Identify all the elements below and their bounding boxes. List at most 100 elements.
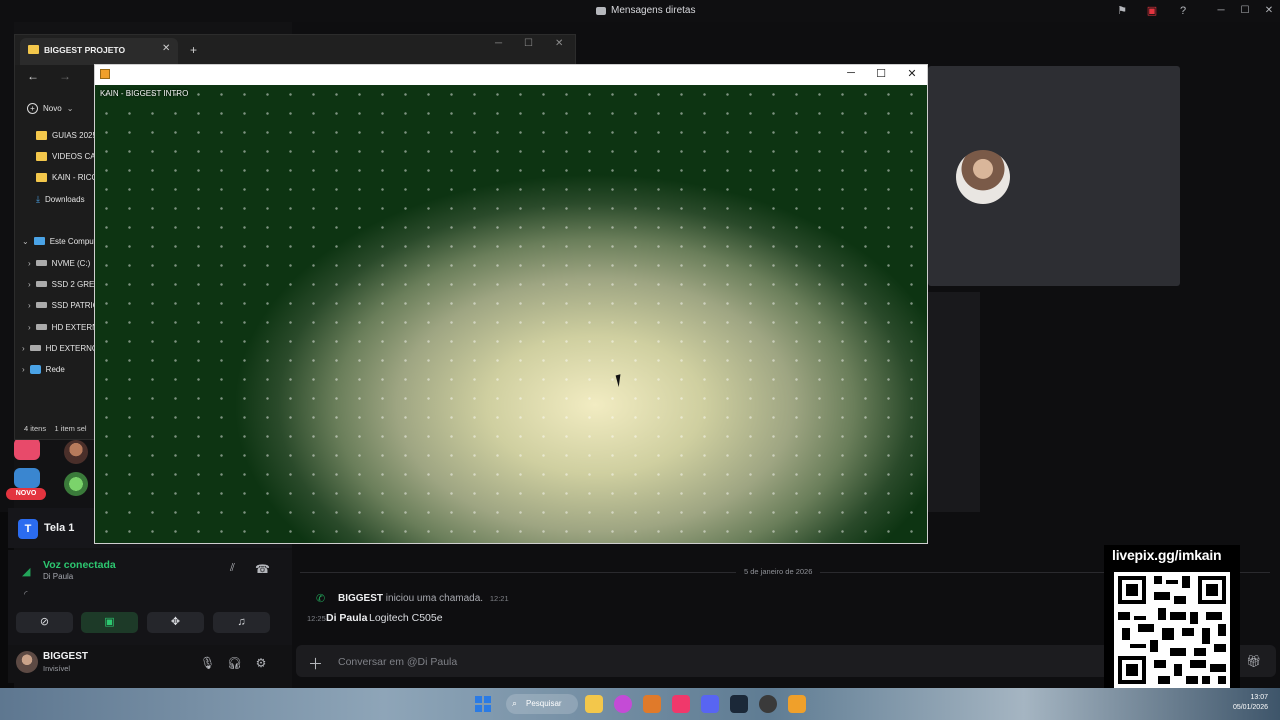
server-rail bbox=[0, 22, 14, 512]
microphone-icon[interactable]: 🎙︎ bbox=[200, 656, 215, 670]
item-count: 4 itens bbox=[24, 424, 47, 433]
network-icon bbox=[29, 364, 41, 374]
gift-icon[interactable]: 🎁︎ bbox=[1246, 654, 1261, 668]
explorer-minimize-button[interactable]: ─ bbox=[495, 38, 502, 49]
new-tab-icon[interactable]: + bbox=[190, 43, 197, 57]
new-button[interactable]: + Novo ⌄ bbox=[27, 103, 73, 114]
dm-avatar[interactable] bbox=[64, 440, 88, 464]
discord-minimize-button[interactable]: ─ bbox=[1214, 4, 1228, 18]
quick-access-item[interactable]: ⤓ Downloads bbox=[36, 191, 96, 207]
gear-icon[interactable]: ⚙ bbox=[254, 656, 268, 670]
loading-spinner-icon: ◜ bbox=[24, 589, 28, 599]
taskbar-clock[interactable]: 13:07 05/01/2026 bbox=[1226, 693, 1268, 713]
video-frame[interactable] bbox=[95, 85, 927, 543]
tree-label: NVME (C:) bbox=[51, 258, 91, 268]
dm-avatar[interactable] bbox=[64, 472, 88, 496]
quick-access-label: GUIAS 2025 bbox=[52, 130, 96, 140]
chevron-down-icon: ⌄ bbox=[66, 104, 74, 113]
date-divider-label: 5 de janeiro de 2026 bbox=[736, 567, 821, 576]
chevron-down-icon: ⌄ bbox=[22, 236, 29, 246]
explorer-maximize-button[interactable]: ☐ bbox=[524, 38, 533, 49]
call-event: BIGGEST iniciou uma chamada. 12:21 bbox=[338, 593, 509, 604]
help-icon[interactable]: ? bbox=[1177, 5, 1189, 17]
video-titlebar[interactable] bbox=[95, 65, 927, 85]
camera-off-button[interactable]: ⊘ bbox=[16, 612, 73, 633]
screen-icon[interactable]: ▣ bbox=[1146, 5, 1158, 17]
explorer-close-button[interactable]: ✕ bbox=[555, 38, 563, 49]
dm-icon bbox=[596, 6, 606, 15]
tree-item-drive[interactable]: › HD EXTERNO bbox=[22, 340, 94, 356]
obs-taskbar-icon[interactable] bbox=[759, 695, 777, 713]
drive-icon bbox=[35, 281, 47, 287]
message-time: 12:25 bbox=[307, 614, 326, 623]
phone-icon: ✆ bbox=[316, 593, 326, 605]
inbox-flag-icon[interactable]: ⚑ bbox=[1116, 5, 1128, 17]
tree-item-network[interactable]: › Rede bbox=[22, 361, 94, 377]
steam-taskbar-icon[interactable] bbox=[730, 695, 748, 713]
drive-icon bbox=[35, 324, 47, 330]
chevron-right-icon: › bbox=[28, 322, 31, 332]
user-avatar[interactable] bbox=[16, 651, 38, 673]
message-author[interactable]: Di Paula bbox=[326, 612, 367, 624]
tree-label: SSD 2 GREEN bbox=[51, 279, 94, 289]
quick-access-item[interactable]: KAIN - RICCI bbox=[36, 169, 96, 185]
quick-access-label: VIDEOS CAPS bbox=[52, 151, 96, 161]
video-player-taskbar-icon[interactable] bbox=[788, 695, 806, 713]
tree-item-drive[interactable]: › SSD 2 GREEN bbox=[28, 276, 94, 292]
discord-maximize-button[interactable]: ☐ bbox=[1238, 4, 1252, 18]
add-attachment-icon[interactable]: ＋ bbox=[308, 653, 323, 674]
tree-label: Rede bbox=[45, 364, 65, 374]
drive-icon bbox=[35, 260, 47, 266]
tree-label: HD EXTERNO bbox=[51, 322, 94, 332]
server-icon[interactable] bbox=[14, 438, 40, 460]
window-title-text: Mensagens diretas bbox=[611, 5, 696, 16]
headphones-icon[interactable]: 🎧︎ bbox=[227, 656, 242, 670]
quick-access-item[interactable]: VIDEOS CAPS bbox=[36, 148, 96, 164]
message-text: Logitech C505e bbox=[369, 612, 443, 624]
message-input[interactable] bbox=[338, 653, 938, 670]
app-taskbar-icon[interactable] bbox=[614, 695, 632, 713]
browser-taskbar-icon[interactable] bbox=[643, 695, 661, 713]
new-button-label: Novo bbox=[43, 104, 62, 113]
video-maximize-button[interactable]: ☐ bbox=[874, 67, 888, 80]
call-event-text: iniciou uma chamada. bbox=[385, 593, 484, 604]
folder-icon bbox=[36, 130, 47, 140]
folder-icon bbox=[36, 172, 47, 182]
chevron-right-icon: › bbox=[22, 343, 25, 353]
video-minimize-button[interactable]: ─ bbox=[844, 67, 858, 79]
signal-icon[interactable]: ◢ bbox=[22, 565, 30, 578]
user-status: Invisível bbox=[43, 664, 71, 673]
voice-status[interactable]: Voz conectada bbox=[43, 559, 116, 571]
tree-item-this-pc[interactable]: ⌄ Este Computador bbox=[22, 233, 94, 249]
clock-time: 13:07 bbox=[1250, 694, 1268, 701]
start-button[interactable] bbox=[475, 696, 491, 712]
voice-channel[interactable]: Di Paula bbox=[43, 572, 73, 581]
server-icon[interactable] bbox=[14, 468, 40, 488]
file-explorer-taskbar-icon[interactable] bbox=[585, 695, 603, 713]
computer-icon bbox=[33, 237, 45, 245]
caller-avatar[interactable] bbox=[956, 150, 1010, 204]
screen-share-button[interactable]: ▣ bbox=[81, 612, 138, 633]
plus-icon: + bbox=[27, 103, 38, 114]
activities-button[interactable]: ✥ bbox=[147, 612, 204, 633]
video-close-button[interactable]: ✕ bbox=[905, 67, 919, 80]
back-arrow-icon[interactable]: ← bbox=[27, 69, 39, 83]
tree-item-drive[interactable]: › SSD PATRIOT bbox=[28, 297, 94, 313]
discord-close-button[interactable]: ✕ bbox=[1262, 4, 1276, 18]
screen-share-icon: T bbox=[18, 519, 38, 539]
disconnect-icon[interactable]: ☎ bbox=[255, 562, 270, 576]
discord-taskbar-icon[interactable] bbox=[701, 695, 719, 713]
user-name[interactable]: BIGGEST bbox=[43, 651, 88, 662]
call-event-author[interactable]: BIGGEST bbox=[338, 593, 383, 604]
music-taskbar-icon[interactable] bbox=[672, 695, 690, 713]
noise-suppression-icon[interactable]: ⫽ bbox=[230, 562, 235, 575]
selected-count: 1 item sel bbox=[54, 424, 87, 433]
quick-access-item[interactable]: GUIAS 2025 bbox=[36, 127, 96, 143]
forward-arrow-icon[interactable]: → bbox=[59, 69, 71, 83]
chevron-right-icon: › bbox=[28, 300, 31, 310]
tree-item-drive[interactable]: › HD EXTERNO bbox=[28, 319, 94, 335]
tree-item-drive[interactable]: › NVME (C:) bbox=[28, 255, 94, 271]
screen-share-label: Tela 1 bbox=[44, 522, 75, 534]
tab-close-icon[interactable]: ✕ bbox=[162, 43, 170, 54]
soundboard-button[interactable]: ♫ bbox=[213, 612, 270, 633]
